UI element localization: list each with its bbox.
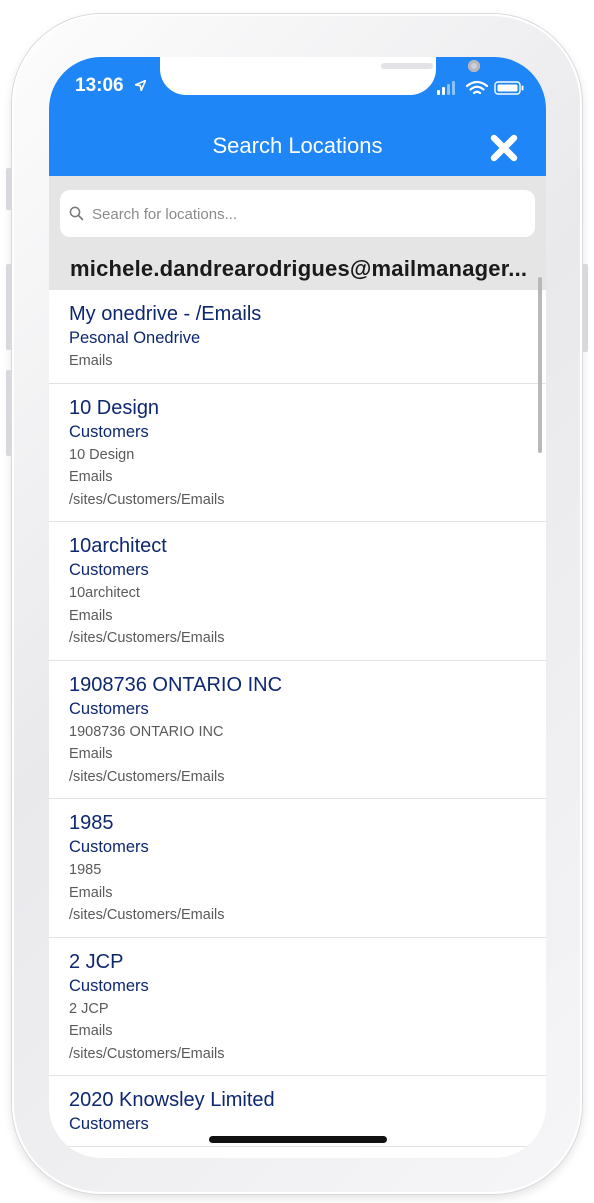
volume-down-button: [6, 370, 12, 456]
location-detail: 10 Design: [69, 446, 135, 463]
status-icons: [437, 80, 524, 95]
location-name: 10architect: [69, 535, 167, 557]
location-name: 1985: [69, 812, 114, 834]
location-site: Customers: [69, 699, 149, 718]
location-detail: 1985: [69, 862, 102, 878]
search-box[interactable]: [60, 190, 535, 237]
location-detail: Emails: [69, 607, 113, 624]
location-path: /sites/Customers/Emails: [69, 768, 225, 785]
location-site: Customers: [69, 561, 149, 579]
device-notch: [160, 57, 480, 95]
power-button: [582, 264, 588, 352]
location-detail: 10architect: [69, 585, 140, 601]
location-path: /sites/Customers/Emails: [69, 630, 225, 646]
home-indicator[interactable]: [209, 1136, 387, 1143]
location-detail: 2 JCP: [69, 1000, 109, 1017]
search-area: michele.dandrearodrigues@mailmanager...: [49, 176, 546, 290]
location-name: 2020 Knowsley Limited: [69, 1089, 275, 1111]
location-path: /sites/Customers/Emails: [69, 491, 225, 508]
list-item[interactable]: 2 JCP Customers 2 JCP Emails /sites/Cust…: [49, 938, 546, 1076]
location-detail: Emails: [69, 469, 113, 485]
location-detail: Emails: [69, 746, 113, 762]
location-path: /sites/Customers/Emails: [69, 907, 225, 923]
list-item[interactable]: 10architect Customers 10architect Emails…: [49, 522, 546, 661]
list-scrollbar[interactable]: [538, 277, 542, 453]
location-list: My onedrive - /Emails Pesonal Onedrive E…: [49, 290, 546, 1147]
wifi-icon: [465, 80, 489, 95]
location-name: 2 JCP: [69, 950, 124, 973]
location-site: Customers: [69, 976, 149, 995]
close-button[interactable]: [489, 133, 519, 163]
location-detail: 1908736 ONTARIO INC: [69, 723, 224, 740]
location-arrow-icon: [135, 80, 146, 91]
location-detail: Emails: [69, 1023, 113, 1039]
location-site: Customers: [69, 838, 149, 856]
account-email: michele.dandrearodrigues@mailmanager...: [70, 256, 528, 281]
battery-icon: [494, 81, 524, 95]
search-input[interactable]: [90, 200, 524, 228]
search-icon: [69, 206, 84, 221]
status-time: 13:06: [75, 75, 124, 96]
location-site: Customers: [69, 422, 149, 441]
location-site: Customers: [69, 1115, 149, 1133]
list-item[interactable]: 1908736 ONTARIO INC Customers 1908736 ON…: [49, 661, 546, 799]
location-site: Pesonal Onedrive: [69, 329, 201, 347]
location-detail: Emails: [69, 353, 113, 369]
page-title: Search Locations: [212, 133, 383, 158]
list-item[interactable]: 10 Design Customers 10 Design Emails /si…: [49, 384, 546, 522]
location-name: 10 Design: [69, 396, 160, 419]
location-detail: Emails: [69, 884, 113, 901]
app-screen: 13:06 Search Locations Search for locati…: [49, 57, 546, 1158]
front-camera: [468, 60, 480, 72]
speaker-grille: [381, 63, 433, 69]
location-name: My onedrive - /Emails: [69, 303, 262, 325]
volume-up-button: [6, 264, 12, 350]
close-icon: [490, 134, 518, 162]
location-path: /sites/Customers/Emails: [69, 1045, 225, 1062]
signal-icon: [437, 81, 455, 95]
silent-switch: [6, 168, 12, 210]
location-name: 1908736 ONTARIO INC: [69, 673, 283, 696]
list-item[interactable]: 1985 Customers 1985 Emails /sites/Custom…: [49, 799, 546, 938]
header-bar: 13:06 Search Locations: [49, 57, 546, 176]
list-item[interactable]: My onedrive - /Emails Pesonal Onedrive E…: [49, 290, 546, 384]
